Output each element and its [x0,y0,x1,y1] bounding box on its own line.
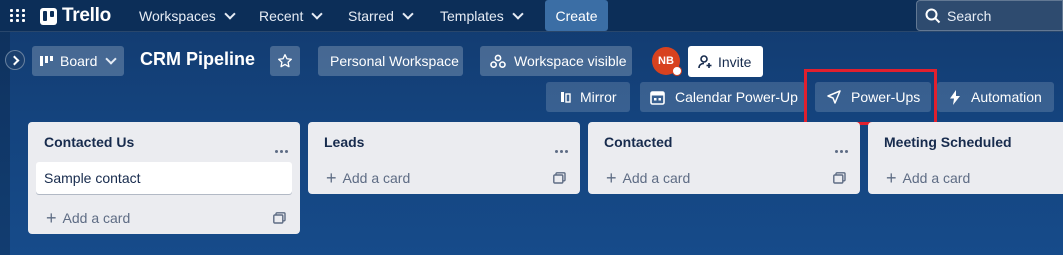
list-header[interactable]: Contacted Us [28,122,300,162]
card-template-icon[interactable] [553,172,566,184]
star-icon [278,54,292,68]
highlight-box [804,69,937,125]
automation-label: Automation [971,89,1042,105]
chevron-down-icon [311,8,324,20]
add-card-button[interactable]: + Add a card [28,202,300,234]
chevron-down-icon [105,53,118,65]
nav-workspaces[interactable]: Workspaces [139,0,236,32]
visibility-label: Workspace visible [514,53,627,69]
add-card-label: Add a card [622,170,691,186]
plus-icon: + [326,168,337,188]
star-board-button[interactable] [270,46,300,76]
mirror-label: Mirror [580,89,617,105]
trello-logo[interactable]: Trello [40,5,111,26]
lightning-icon [950,89,960,105]
add-card-label: Add a card [902,170,971,186]
plus-icon: + [886,168,897,188]
chevron-down-icon [224,8,236,20]
app-switcher-icon[interactable] [10,9,26,23]
card-template-icon[interactable] [273,212,286,224]
more-options-icon[interactable] [833,140,848,156]
nav-starred-label: Starred [348,8,394,24]
avatar[interactable]: NB [652,47,682,76]
calendar-powerup-button[interactable]: Calendar Power-Up [640,82,805,112]
app-name: Trello [62,5,111,26]
expand-sidebar-button[interactable] [5,50,25,70]
invite-label: Invite [718,53,752,70]
mirror-button[interactable]: Mirror [546,82,630,112]
list-title[interactable]: Leads [324,134,364,150]
add-user-icon [698,54,712,68]
search-placeholder: Search [947,7,992,24]
chevron-down-icon [402,8,414,20]
nav-templates-label: Templates [440,8,504,24]
mirror-icon [561,92,571,103]
list-title[interactable]: Contacted Us [44,134,134,150]
list-header[interactable]: Leads [308,122,580,162]
more-options-icon[interactable] [553,140,568,156]
nav-recent-label: Recent [259,8,304,24]
list-meeting-scheduled: Meeting Scheduled + Add a card [868,122,1063,194]
visibility-button[interactable]: Workspace visible [480,46,632,76]
list-leads: Leads + Add a card [308,122,580,194]
list-header[interactable]: Meeting Scheduled [868,122,1063,162]
top-navigation-bar: Trello Workspaces Recent Starred Templat… [0,0,1063,32]
list-title[interactable]: Meeting Scheduled [884,134,1012,150]
invite-button[interactable]: Invite [688,46,763,77]
nav-templates[interactable]: Templates [440,0,524,32]
board-view-switcher[interactable]: Board [32,46,124,76]
calendar-icon [650,90,665,105]
chevron-down-icon [512,8,524,20]
admin-badge-icon [672,66,682,76]
avatar-initials: NB [658,55,674,67]
calendar-powerup-label: Calendar Power-Up [675,89,798,105]
automation-button[interactable]: Automation [937,82,1054,112]
create-button[interactable]: Create [545,0,608,31]
plus-icon: + [46,208,57,228]
add-card-label: Add a card [342,170,411,186]
list-header[interactable]: Contacted [588,122,860,162]
workspace-button[interactable]: Personal Workspace [318,46,463,76]
nav-workspaces-label: Workspaces [139,8,216,24]
workspace-visibility-icon [490,54,506,68]
board-view-icon [40,56,53,66]
list-contacted-us: Contacted Us Sample contact + Add a card [28,122,300,234]
plus-icon: + [606,168,617,188]
board-view-label: Board [60,53,98,69]
search-input[interactable]: Search [916,0,1063,31]
list-title[interactable]: Contacted [604,134,672,150]
add-card-button[interactable]: + Add a card [308,162,580,194]
card[interactable]: Sample contact [36,162,292,194]
add-card-button[interactable]: + Add a card [868,162,1063,194]
trello-logo-icon [40,7,57,25]
list-contacted: Contacted + Add a card [588,122,860,194]
search-icon [925,8,941,23]
nav-starred[interactable]: Starred [348,0,414,32]
add-card-button[interactable]: + Add a card [588,162,860,194]
add-card-label: Add a card [62,210,131,226]
more-options-icon[interactable] [273,140,288,156]
nav-recent[interactable]: Recent [259,0,324,32]
board-title[interactable]: CRM Pipeline [140,49,255,70]
card-template-icon[interactable] [833,172,846,184]
